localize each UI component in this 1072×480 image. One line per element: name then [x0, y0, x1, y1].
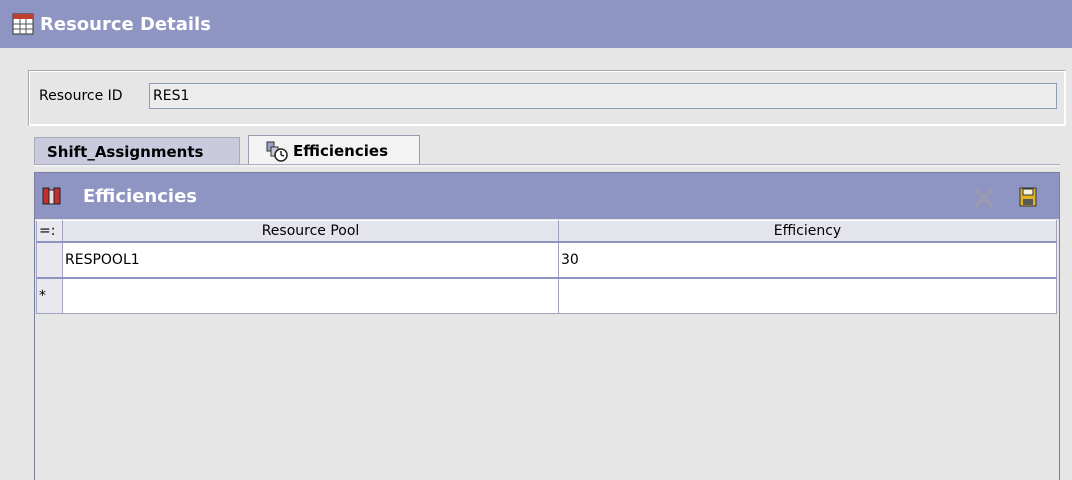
tab-efficiencies-label: Efficiencies	[293, 141, 388, 160]
table-header-row: =: Resource Pool Efficiency	[36, 220, 1057, 243]
new-row-marker[interactable]: *	[36, 277, 63, 314]
resource-id-field[interactable]: RES1	[149, 83, 1057, 109]
panel-header: Efficiencies	[35, 173, 1059, 219]
cell-resource-pool[interactable]: RESPOOL1	[62, 241, 559, 279]
cell-efficiency[interactable]: 30	[558, 241, 1057, 279]
column-header-resource-pool[interactable]: Resource Pool	[62, 220, 559, 243]
window-title: Resource Details	[40, 13, 211, 35]
resource-id-group: Resource ID RES1	[28, 70, 1066, 126]
title-bar: Resource Details	[0, 0, 1072, 48]
books-icon	[42, 187, 61, 205]
row-marker[interactable]	[36, 241, 63, 279]
cell-efficiency[interactable]	[558, 277, 1057, 314]
table-row-new[interactable]: *	[36, 277, 1057, 314]
table-icon	[12, 13, 34, 35]
tab-shift-assignments[interactable]: Shift_Assignments	[34, 137, 240, 165]
cell-resource-pool[interactable]	[62, 277, 559, 314]
row-marker-header[interactable]: =:	[36, 220, 63, 243]
column-header-efficiency[interactable]: Efficiency	[558, 220, 1057, 243]
efficiencies-table: =: Resource Pool Efficiency RESPOOL1 30 …	[36, 220, 1057, 314]
panel-title: Efficiencies	[83, 185, 197, 207]
tab-shift-assignments-label: Shift_Assignments	[47, 142, 204, 161]
efficiency-clock-icon	[266, 141, 288, 162]
save-icon[interactable]	[1019, 187, 1037, 207]
table-row[interactable]: RESPOOL1 30	[36, 241, 1057, 279]
resource-id-label: Resource ID	[39, 88, 123, 104]
tab-efficiencies[interactable]: Efficiencies	[248, 135, 420, 165]
tab-divider	[34, 164, 1060, 167]
delete-icon[interactable]	[973, 187, 995, 209]
efficiencies-panel: Efficiencies =: Resource Pool Efficiency…	[34, 172, 1060, 480]
